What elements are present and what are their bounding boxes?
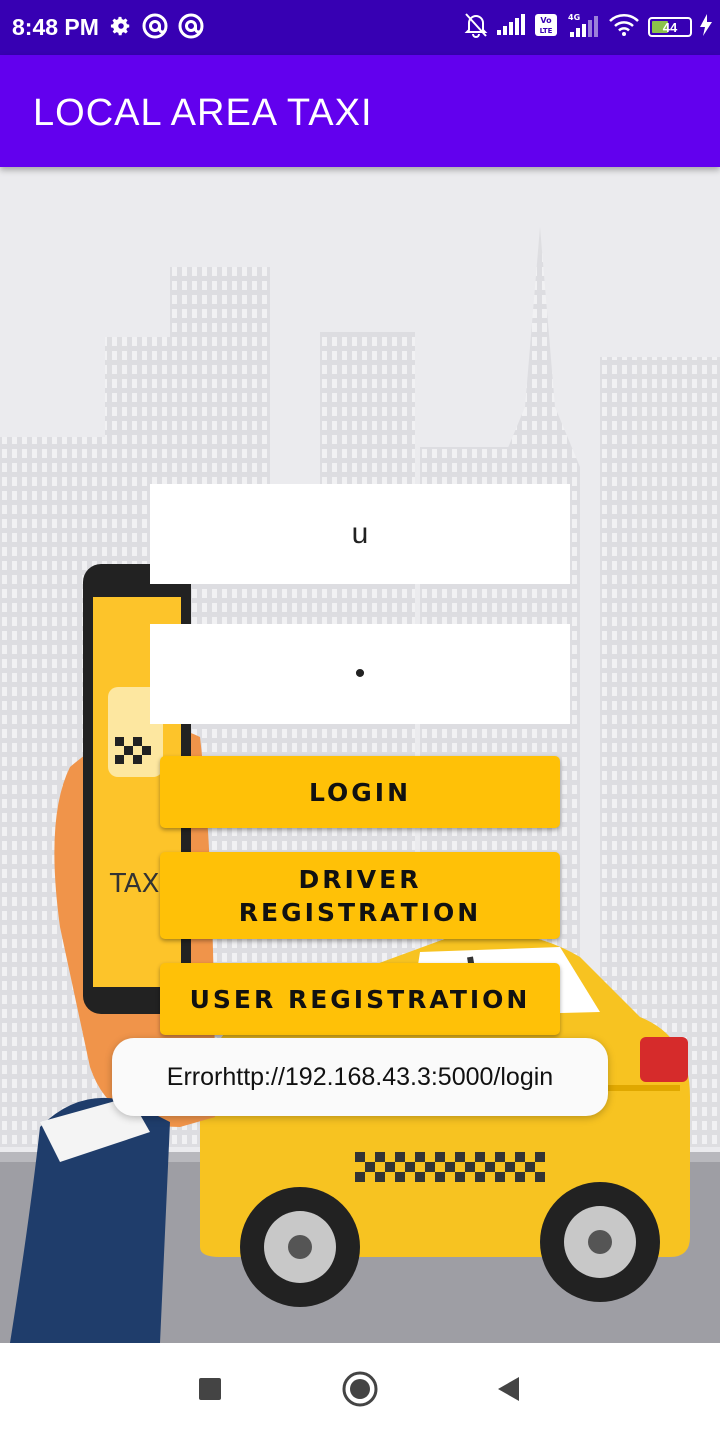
battery-level: 44 (662, 19, 678, 35)
username-input[interactable] (150, 484, 570, 584)
app-title: LOCAL AREA TAXI (33, 92, 373, 134)
back-button[interactable] (488, 1371, 528, 1411)
signal-4g-icon: 4G (566, 12, 600, 43)
recents-button[interactable] (190, 1371, 230, 1411)
app-bar: LOCAL AREA TAXI (0, 55, 720, 167)
bell-muted-icon (464, 12, 488, 43)
user-registration-label: USER REGISTRATION (189, 984, 531, 1014)
signal-icon (496, 13, 526, 41)
navigation-bar (0, 1343, 720, 1440)
username-field[interactable] (150, 484, 570, 584)
square-recents-icon (198, 1377, 222, 1406)
phone-taxi-label: TAXI (109, 869, 167, 899)
login-button-label: LOGIN (308, 777, 412, 807)
driver-registration-label-line1: DRIVER (298, 864, 422, 894)
circle-home-icon (341, 1370, 379, 1413)
wifi-icon (608, 13, 640, 42)
battery-icon: 44 (648, 17, 692, 37)
content-area: TAXI LOGIN DRIVER REGISTRATION USER REGI… (0, 167, 720, 1343)
status-left-icons (110, 13, 204, 44)
background-illustration: TAXI (0, 167, 720, 1343)
at-sign-icon (178, 13, 204, 44)
svg-text:Vo: Vo (540, 16, 552, 25)
svg-text:LTE: LTE (540, 27, 553, 35)
error-toast: Errorhttp://192.168.43.3:5000/login (112, 1038, 608, 1116)
gear-icon (110, 15, 132, 42)
user-registration-button[interactable]: USER REGISTRATION (160, 963, 560, 1035)
login-button[interactable]: LOGIN (160, 756, 560, 828)
driver-registration-button[interactable]: DRIVER REGISTRATION (160, 852, 560, 939)
home-button[interactable] (340, 1371, 380, 1411)
toast-message: Errorhttp://192.168.43.3:5000/login (166, 1062, 554, 1091)
triangle-back-icon (495, 1375, 521, 1408)
driver-registration-label-line2: REGISTRATION (238, 897, 482, 927)
status-time: 8:48 PM (12, 14, 99, 40)
charging-icon (700, 13, 712, 41)
password-input[interactable] (150, 624, 570, 724)
at-sign-icon (142, 13, 168, 44)
volte-icon: Vo LTE (534, 13, 558, 42)
status-right-icons: Vo LTE 4G 44 (464, 12, 712, 42)
status-bar: 8:48 PM Vo LTE 4G 44 (0, 0, 720, 55)
svg-text:4G: 4G (568, 13, 580, 22)
password-field[interactable] (150, 624, 570, 724)
